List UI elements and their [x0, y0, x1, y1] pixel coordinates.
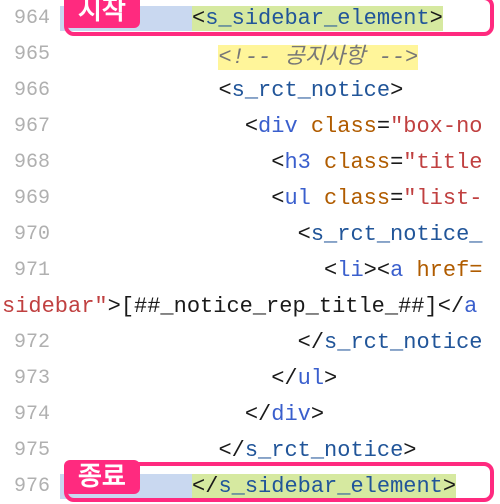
- token: "list-: [403, 186, 482, 211]
- token: >: [311, 402, 324, 427]
- code-content[interactable]: </s_rct_notice>: [60, 438, 500, 463]
- line-number: 976: [0, 475, 60, 498]
- code-line[interactable]: 970 <s_rct_notice_: [0, 216, 500, 252]
- token: "box-no: [390, 114, 482, 139]
- code-content[interactable]: <s_rct_notice>: [60, 78, 500, 103]
- code-content[interactable]: sidebar">[##_notice_rep_title_##]</a: [0, 294, 477, 319]
- code-line[interactable]: 967 <div class="box-no: [0, 108, 500, 144]
- code-content[interactable]: <s_sidebar_element>: [60, 6, 500, 31]
- line-number: 972: [0, 331, 60, 354]
- code-line[interactable]: 969 <ul class="list-: [0, 180, 500, 216]
- token: >: [403, 438, 416, 463]
- code-line[interactable]: 968 <h3 class="title: [0, 144, 500, 180]
- token: <: [298, 222, 311, 247]
- token: "title: [403, 150, 482, 175]
- token: <: [271, 150, 284, 175]
- token: [298, 114, 311, 139]
- line-number: 965: [0, 43, 60, 66]
- line-number: 966: [0, 79, 60, 102]
- token: <: [218, 78, 231, 103]
- token: >: [364, 258, 377, 283]
- line-number: 967: [0, 115, 60, 138]
- token: s_rct_notice_: [311, 222, 483, 247]
- token: </: [245, 402, 271, 427]
- token: s_rct_notice: [232, 78, 390, 103]
- token: >: [108, 294, 121, 319]
- token: s_sidebar_element: [218, 474, 442, 499]
- code-line-wrap[interactable]: sidebar">[##_notice_rep_title_##]</a: [0, 288, 500, 324]
- line-number: 974: [0, 403, 60, 426]
- code-content[interactable]: </s_sidebar_element>: [60, 474, 500, 499]
- code-content[interactable]: <ul class="list-: [60, 186, 500, 211]
- token: </: [438, 294, 464, 319]
- token: h3: [284, 150, 310, 175]
- line-number: 971: [0, 259, 60, 282]
- line-number: 968: [0, 151, 60, 174]
- code-line[interactable]: 971 <li><a href=: [0, 252, 500, 288]
- token: >: [443, 474, 456, 499]
- code-line[interactable]: 972 </s_rct_notice: [0, 324, 500, 360]
- code-content[interactable]: </ul>: [60, 366, 500, 391]
- token: <: [324, 258, 337, 283]
- code-editor[interactable]: 964 <s_sidebar_element>965 <!-- 공지사항 -->…: [0, 0, 500, 504]
- code-line[interactable]: 964 <s_sidebar_element>: [0, 0, 500, 36]
- code-line[interactable]: 974 </div>: [0, 396, 500, 432]
- token: class: [311, 114, 377, 139]
- line-number: 975: [0, 439, 60, 462]
- code-content[interactable]: <li><a href=: [60, 258, 500, 283]
- token: </: [271, 366, 297, 391]
- code-content[interactable]: <h3 class="title: [60, 150, 500, 175]
- token: <: [271, 186, 284, 211]
- token: =: [377, 114, 390, 139]
- token: href=: [416, 258, 482, 283]
- line-number: 970: [0, 223, 60, 246]
- token: s_rct_notice: [324, 330, 482, 355]
- token: <: [377, 258, 390, 283]
- line-number: 969: [0, 187, 60, 210]
- line-number: 964: [0, 7, 60, 30]
- code-line[interactable]: 976 </s_sidebar_element>: [0, 468, 500, 504]
- token: class: [324, 186, 390, 211]
- code-content[interactable]: <div class="box-no: [60, 114, 500, 139]
- code-line[interactable]: 975 </s_rct_notice>: [0, 432, 500, 468]
- token: >: [430, 6, 443, 31]
- token: ul: [298, 366, 324, 391]
- token: [##_notice_rep_title_##]: [121, 294, 438, 319]
- token: </: [192, 474, 218, 499]
- line-number: 973: [0, 367, 60, 390]
- token: li: [337, 258, 363, 283]
- token: ul: [284, 186, 310, 211]
- token: div: [271, 402, 311, 427]
- code-content[interactable]: <!-- 공지사항 -->: [60, 38, 500, 70]
- token: [311, 150, 324, 175]
- token: <: [245, 114, 258, 139]
- code-line[interactable]: 966 <s_rct_notice>: [0, 72, 500, 108]
- token: >: [324, 366, 337, 391]
- token: a: [390, 258, 403, 283]
- token: <!-- 공지사항 -->: [218, 45, 418, 70]
- token: div: [258, 114, 298, 139]
- token: >: [390, 78, 403, 103]
- token: [403, 258, 416, 283]
- token: a: [464, 294, 477, 319]
- code-content[interactable]: </s_rct_notice: [60, 330, 500, 355]
- token: class: [324, 150, 390, 175]
- code-content[interactable]: </div>: [60, 402, 500, 427]
- token: s_rct_notice: [245, 438, 403, 463]
- token: [311, 186, 324, 211]
- token: </: [298, 330, 324, 355]
- code-content[interactable]: <s_rct_notice_: [60, 222, 500, 247]
- token: =: [390, 186, 403, 211]
- token: =: [390, 150, 403, 175]
- token: </: [218, 438, 244, 463]
- code-line[interactable]: 973 </ul>: [0, 360, 500, 396]
- code-line[interactable]: 965 <!-- 공지사항 -->: [0, 36, 500, 72]
- token: <: [192, 6, 205, 31]
- token: s_sidebar_element: [205, 6, 429, 31]
- token: sidebar": [2, 294, 108, 319]
